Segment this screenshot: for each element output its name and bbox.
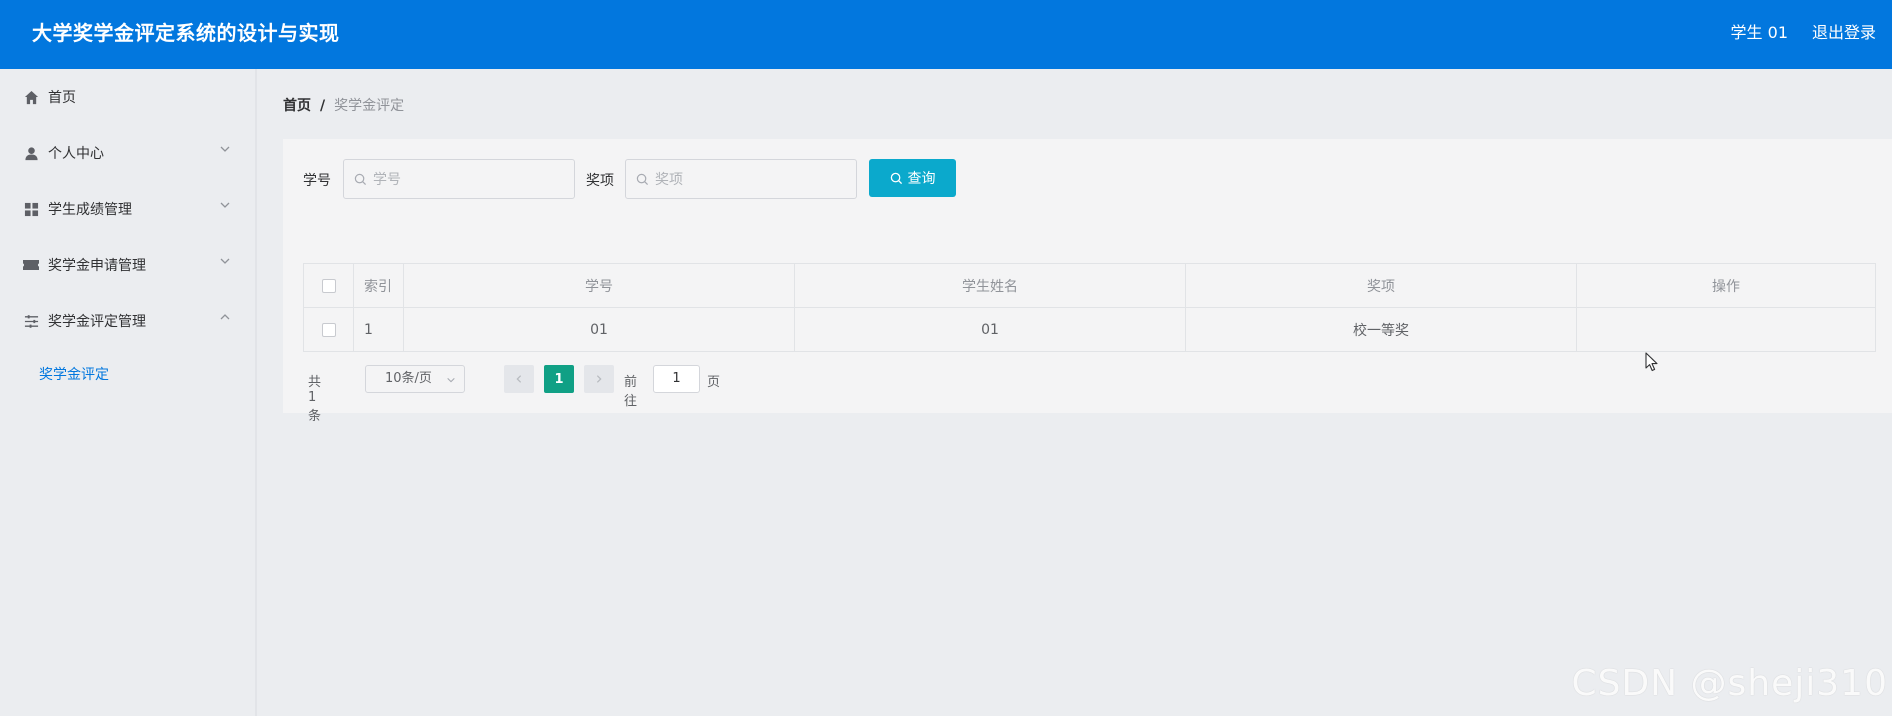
goto-label: 前往 — [624, 375, 638, 409]
award-input[interactable]: 奖项 — [625, 159, 857, 199]
chevron-down-icon — [219, 255, 233, 269]
chevron-down-icon — [219, 199, 233, 213]
cell-actions — [1576, 307, 1876, 352]
top-header: 大学奖学金评定系统的设计与实现 学生 01 退出登录 — [0, 0, 1892, 69]
breadcrumb-home[interactable]: 首页 — [283, 98, 311, 114]
student-id-label: 学号 — [303, 173, 331, 189]
sidebar-item-label: 学生成绩管理 — [48, 202, 132, 218]
pagination-total: 共 1 条 — [308, 375, 322, 424]
sidebar-item-home[interactable]: 首页 — [0, 69, 255, 125]
sidebar-item-evaluation[interactable]: 奖学金评定管理 — [0, 293, 255, 349]
home-icon — [22, 88, 40, 106]
chevron-right-icon — [596, 375, 602, 383]
column-header-student-name: 学生姓名 — [794, 263, 1186, 308]
select-all-cell — [303, 263, 354, 308]
row-select-cell — [303, 307, 354, 352]
prev-page-button[interactable] — [504, 365, 534, 393]
table-row: 1 01 01 校一等奖 — [303, 307, 1876, 352]
mouse-cursor-icon — [1645, 352, 1659, 376]
column-header-award: 奖项 — [1185, 263, 1577, 308]
search-icon — [354, 173, 367, 185]
column-header-actions: 操作 — [1576, 263, 1876, 308]
next-page-button[interactable] — [584, 365, 614, 393]
page-unit-label: 页 — [707, 375, 721, 390]
current-user: 学生 01 — [1730, 23, 1788, 42]
sidebar-item-grades[interactable]: 学生成绩管理 — [0, 181, 255, 237]
query-button[interactable]: 查询 — [869, 159, 956, 197]
table-header-row: 索引 学号 学生姓名 奖项 操作 — [303, 263, 1876, 308]
page-size-select[interactable]: 10条/页 — [365, 365, 465, 393]
breadcrumb-current: 奖学金评定 — [334, 98, 405, 114]
page-number-current[interactable]: 1 — [544, 365, 574, 393]
sidebar-subitem-evaluation[interactable]: 奖学金评定 — [39, 364, 109, 384]
sidebar-item-label: 个人中心 — [48, 146, 104, 162]
cell-award: 校一等奖 — [1185, 307, 1577, 352]
watermark: CSDN @sheji310 — [1571, 663, 1888, 704]
grid-icon — [22, 200, 40, 218]
sidebar-item-personal-center[interactable]: 个人中心 — [0, 125, 255, 181]
sliders-icon — [22, 312, 40, 330]
cell-student-name: 01 — [794, 307, 1186, 352]
column-header-index: 索引 — [353, 263, 404, 308]
sidebar-item-label: 首页 — [48, 90, 76, 106]
chevron-left-icon — [516, 375, 522, 383]
student-id-input[interactable]: 学号 — [343, 159, 575, 199]
chevron-up-icon — [219, 311, 233, 325]
user-icon — [22, 144, 40, 162]
select-all-checkbox[interactable] — [321, 278, 336, 293]
award-placeholder: 奖项 — [655, 172, 683, 188]
search-icon — [636, 173, 649, 185]
row-checkbox[interactable] — [321, 322, 336, 337]
cell-student-id: 01 — [403, 307, 795, 352]
page-size-value: 10条/页 — [385, 371, 432, 386]
goto-page-input[interactable]: 1 — [653, 365, 700, 393]
award-label: 奖项 — [586, 173, 614, 189]
chevron-down-icon — [447, 377, 455, 383]
logout-link[interactable]: 退出登录 — [1812, 19, 1876, 43]
query-button-label: 查询 — [907, 171, 936, 187]
chevron-down-icon — [219, 143, 233, 157]
sidebar-item-label: 奖学金申请管理 — [48, 258, 146, 274]
search-icon — [890, 172, 902, 184]
app-title: 大学奖学金评定系统的设计与实现 — [32, 21, 340, 45]
sidebar-item-label: 奖学金评定管理 — [48, 314, 146, 330]
ticket-icon — [22, 256, 40, 274]
sidebar: 首页 个人中心 学生成绩管理 奖学金申请管理 奖学金评定管理 奖学金评定 — [0, 69, 257, 716]
student-id-placeholder: 学号 — [373, 172, 401, 188]
column-header-student-id: 学号 — [403, 263, 795, 308]
breadcrumb-separator: / — [320, 98, 326, 114]
data-table: 索引 学号 学生姓名 奖项 操作 1 01 01 校一等奖 — [303, 263, 1876, 352]
cell-index: 1 — [353, 307, 404, 352]
sidebar-item-application[interactable]: 奖学金申请管理 — [0, 237, 255, 293]
breadcrumb: 首页 / 奖学金评定 — [283, 95, 404, 115]
